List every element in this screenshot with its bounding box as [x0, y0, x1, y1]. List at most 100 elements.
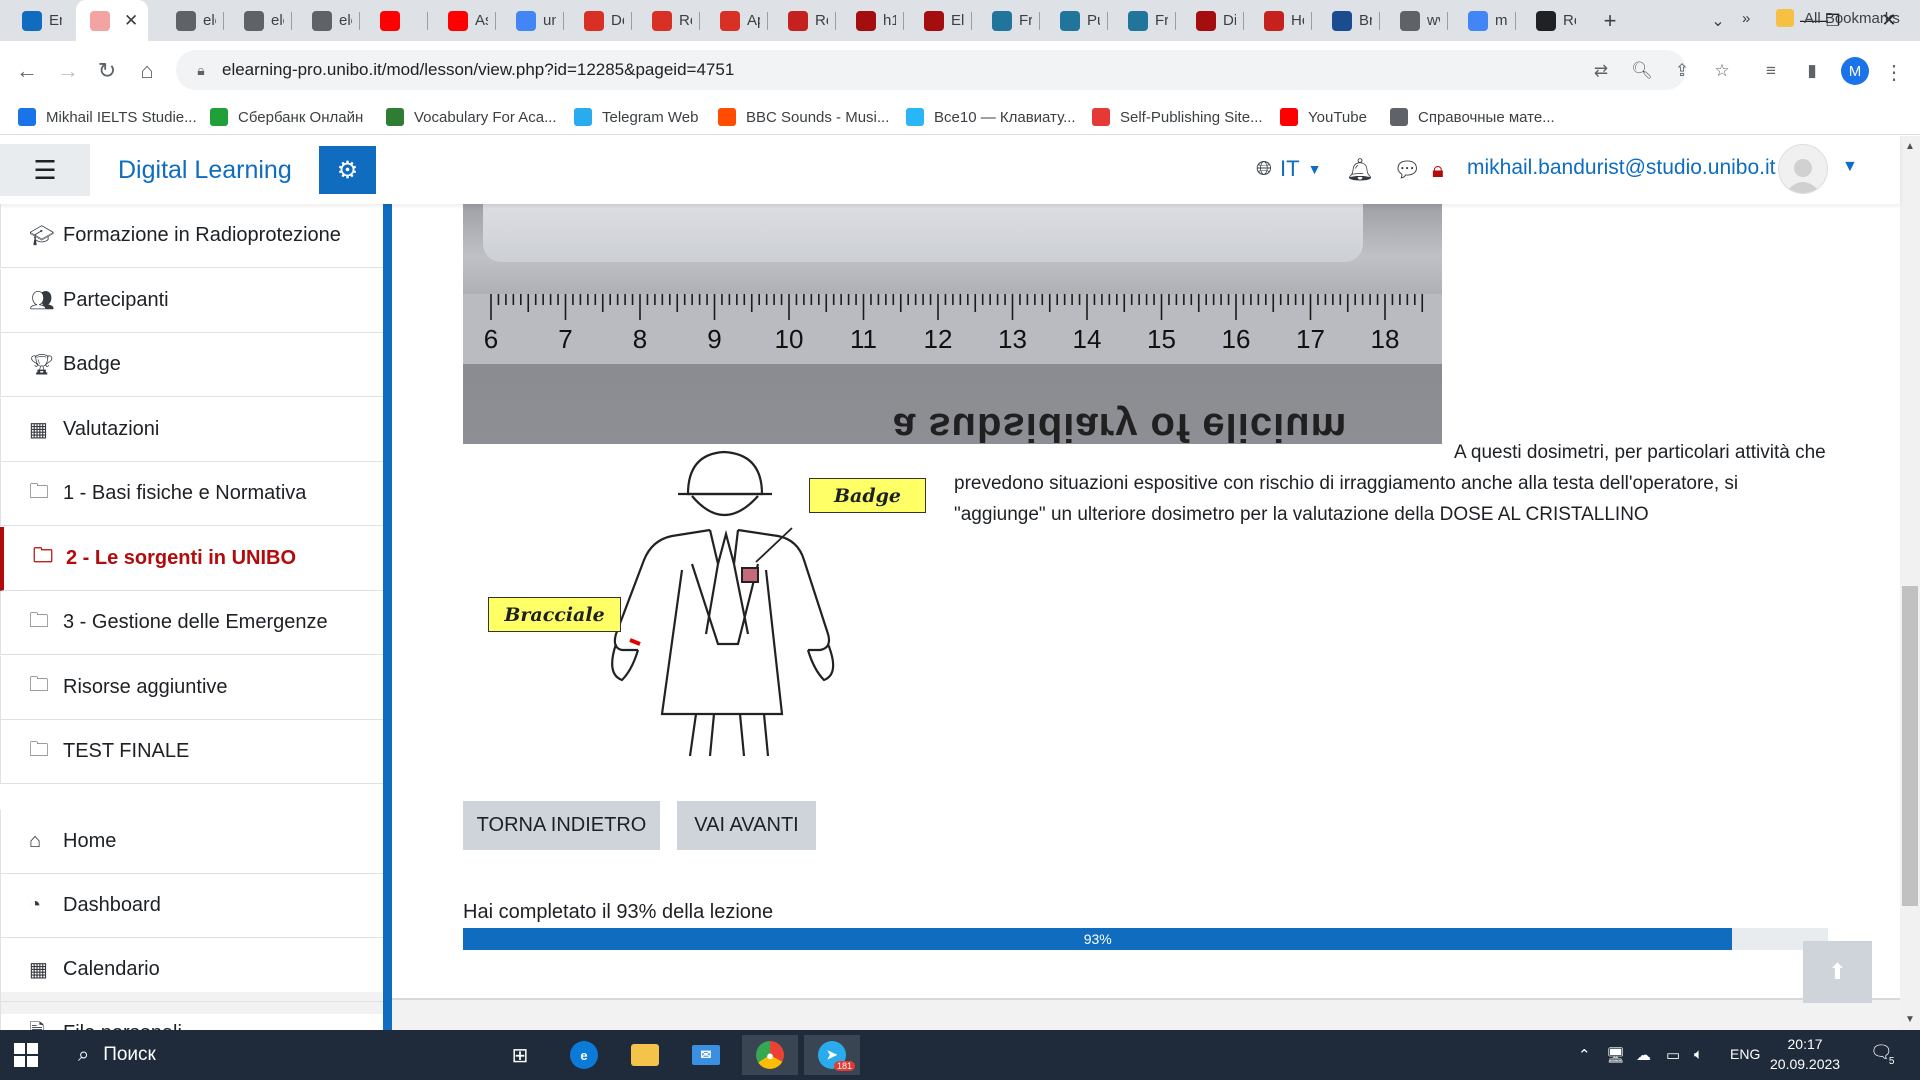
- close-tab-icon[interactable]: ✕: [124, 11, 138, 31]
- bookmark-label: Telegram Web: [602, 108, 699, 126]
- browser-tab[interactable]: As: [434, 0, 488, 41]
- home-icon[interactable]: ⌂: [130, 54, 164, 88]
- messages-icon[interactable]: 💬︎: [1393, 157, 1421, 183]
- language-menu[interactable]: 🌐︎ IT ▼: [1256, 156, 1321, 182]
- drawer-item[interactable]: 🗀 1 - Basi fisiche e Normativa: [0, 462, 383, 526]
- battery-icon[interactable]: ▭: [1666, 1046, 1680, 1064]
- browser-tab[interactable]: Dip: [1182, 0, 1236, 41]
- explorer-app[interactable]: [617, 1035, 673, 1075]
- bookmark-label: Справочные мате...: [1418, 108, 1555, 126]
- drawer-toggle-button[interactable]: ☰: [0, 144, 90, 196]
- user-avatar[interactable]: [1778, 144, 1828, 194]
- drawer-item[interactable]: ◔ Dashboard: [0, 874, 383, 938]
- browser-tab[interactable]: Re: [1522, 0, 1576, 41]
- drawer-item[interactable]: 🏆︎ Badge: [0, 333, 383, 397]
- clock[interactable]: 20:17 20.09.2023: [1770, 1034, 1840, 1074]
- site-info-icon[interactable]: 🔒︎: [192, 61, 210, 79]
- profile-avatar[interactable]: M: [1841, 57, 1869, 85]
- bookmark-item[interactable]: BBC Sounds - Musi...: [718, 106, 889, 128]
- share-icon[interactable]: ⇪: [1671, 60, 1693, 82]
- back-to-top-button[interactable]: ⬆: [1803, 941, 1872, 1003]
- drawer-item[interactable]: 🗀 2 - Le sorgenti in UNIBO: [0, 526, 383, 591]
- browser-tab[interactable]: Bru: [1318, 0, 1372, 41]
- mail-app[interactable]: ✉: [678, 1035, 734, 1075]
- bookmark-item[interactable]: YouTube: [1280, 106, 1367, 128]
- browser-tab[interactable]: un: [502, 0, 556, 41]
- edge-app[interactable]: e: [556, 1035, 612, 1075]
- drawer-item[interactable]: 🗀 Risorse aggiuntive: [0, 655, 383, 720]
- notifications-icon[interactable]: 🗨︎5: [1870, 1042, 1898, 1067]
- browser-tab[interactable]: ele: [230, 0, 284, 41]
- scroll-down-icon[interactable]: ▼: [1903, 1012, 1917, 1026]
- browser-tab[interactable]: ma: [1454, 0, 1508, 41]
- network-icon[interactable]: 🖥︎: [1606, 1046, 1625, 1064]
- browser-tab[interactable]: h1: [842, 0, 896, 41]
- bookmark-item[interactable]: Все10 — Клавиату...: [906, 106, 1076, 128]
- forward-arrow-icon[interactable]: →: [51, 54, 85, 88]
- reload-icon[interactable]: ↻: [90, 54, 124, 88]
- translate-icon[interactable]: ⇄: [1590, 60, 1612, 82]
- bookmarks-more[interactable]: »: [1742, 7, 1750, 29]
- volume-icon[interactable]: 🔈︎: [1694, 1046, 1703, 1063]
- browser-tab[interactable]: Frc: [978, 0, 1032, 41]
- browser-tab[interactable]: Pu: [1046, 0, 1100, 41]
- address-bar[interactable]: 🔒︎ elearning-pro.unibo.it/mod/lesson/vie…: [176, 50, 1686, 90]
- browser-tab[interactable]: Ap: [706, 0, 760, 41]
- browser-tab[interactable]: Re: [638, 0, 692, 41]
- chrome-menu-icon[interactable]: ⋮: [1884, 58, 1904, 86]
- tab-search-chevron-icon[interactable]: ⌄: [1704, 7, 1732, 35]
- drawer-item[interactable]: ⌂ Home: [0, 810, 383, 874]
- browser-tab[interactable]: wv: [1386, 0, 1440, 41]
- chrome-app[interactable]: ●: [742, 1035, 798, 1075]
- tray-chevron-icon[interactable]: ⌃: [1578, 1046, 1591, 1064]
- back-button[interactable]: TORNA INDIETRO: [463, 801, 660, 850]
- input-language[interactable]: ENG: [1730, 1046, 1760, 1062]
- windows-start-icon[interactable]: [14, 1043, 38, 1067]
- onedrive-icon[interactable]: ☁: [1636, 1046, 1651, 1064]
- drawer-item[interactable]: 🗀 3 - Gestione delle Emergenze: [0, 591, 383, 655]
- site-name[interactable]: Digital Learning: [118, 156, 292, 185]
- settings-cog-button[interactable]: ⚙: [319, 146, 376, 194]
- zoom-icon[interactable]: 🔍︎: [1631, 60, 1653, 82]
- bookmark-item[interactable]: Self-Publishing Site...: [1092, 106, 1263, 128]
- page-footer: [392, 1000, 1900, 1030]
- reading-list-icon[interactable]: ≡: [1760, 60, 1782, 82]
- browser-tab[interactable]: Frc: [1114, 0, 1168, 41]
- back-arrow-icon[interactable]: ←: [10, 54, 44, 88]
- browser-tab[interactable]: Ele: [910, 0, 964, 41]
- browser-tab[interactable]: ✕: [76, 0, 148, 41]
- scroll-up-icon[interactable]: ▲: [1903, 139, 1917, 153]
- url-text[interactable]: elearning-pro.unibo.it/mod/lesson/view.p…: [222, 60, 734, 80]
- telegram-app[interactable]: ➤ 181: [804, 1035, 860, 1075]
- drawer-item[interactable]: 🎓︎ Formazione in Radioprotezione: [0, 204, 383, 268]
- drawer-item[interactable]: 👥︎ Partecipanti: [0, 268, 383, 333]
- drawer-item[interactable]: ▦ Calendario: [0, 938, 383, 1002]
- browser-tab[interactable]: ele: [162, 0, 216, 41]
- bookmark-item[interactable]: Vocabulary For Aca...: [386, 106, 557, 128]
- task-view-icon[interactable]: ⊞: [492, 1035, 548, 1075]
- browser-tab[interactable]: De: [570, 0, 624, 41]
- scrollbar-thumb[interactable]: [1902, 586, 1918, 906]
- bookmark-item[interactable]: Mikhail IELTS Studie...: [18, 106, 197, 128]
- side-panel-icon[interactable]: ▮: [1801, 60, 1823, 82]
- bookmark-item[interactable]: Telegram Web: [574, 106, 698, 128]
- next-button[interactable]: VAI AVANTI: [677, 801, 816, 850]
- drawer-item[interactable]: ▦ Valutazioni: [0, 397, 383, 462]
- browser-tab[interactable]: [366, 0, 420, 41]
- privacy-lock-icon[interactable]: 🔒︎: [1432, 157, 1444, 183]
- new-tab-button[interactable]: +: [1596, 7, 1624, 35]
- browser-tab[interactable]: ele: [298, 0, 352, 41]
- taskbar-search[interactable]: ⌕ Поиск: [60, 1030, 490, 1080]
- bookmark-item[interactable]: Справочные мате...: [1390, 106, 1555, 128]
- user-menu-caret-icon[interactable]: ▼: [1842, 158, 1858, 176]
- browser-tab[interactable]: Em: [8, 0, 62, 41]
- bell-icon[interactable]: 🔔︎: [1346, 157, 1374, 183]
- bookmark-star-icon[interactable]: ☆: [1711, 60, 1733, 82]
- all-bookmarks[interactable]: All Bookmarks: [1776, 7, 1900, 29]
- drawer-item[interactable]: 🗀 TEST FINALE: [0, 720, 383, 784]
- drawer-item[interactable]: 🗎File personali: [0, 1002, 383, 1030]
- browser-tab[interactable]: Re: [774, 0, 828, 41]
- bookmark-item[interactable]: Сбербанк Онлайн: [210, 106, 363, 128]
- browser-tab[interactable]: Hc: [1250, 0, 1304, 41]
- user-email[interactable]: mikhail.bandurist@studio.unibo.it: [1467, 156, 1775, 180]
